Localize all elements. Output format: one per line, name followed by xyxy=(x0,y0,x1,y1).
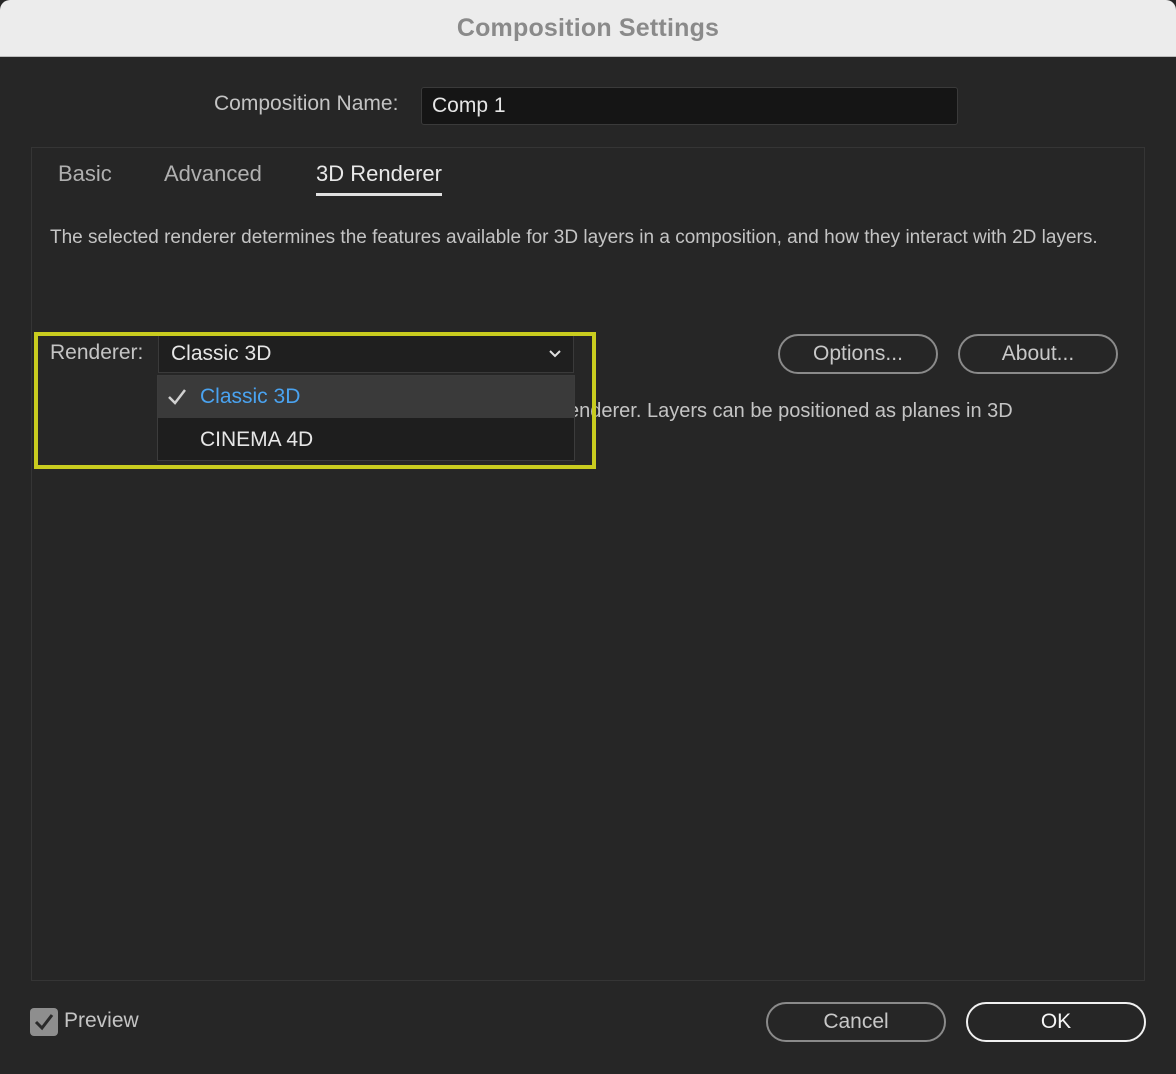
title-bar: Composition Settings xyxy=(0,0,1176,57)
checkmark-icon xyxy=(34,1014,54,1031)
composition-name-input[interactable]: Comp 1 xyxy=(421,87,958,125)
options-button[interactable]: Options... xyxy=(778,334,938,374)
ok-button[interactable]: OK xyxy=(966,1002,1146,1042)
cancel-button[interactable]: Cancel xyxy=(766,1002,946,1042)
preview-label: Preview xyxy=(64,1009,139,1032)
preview-checkbox[interactable] xyxy=(30,1008,58,1036)
tab-3d-renderer[interactable]: 3D Renderer xyxy=(316,161,442,196)
tab-basic[interactable]: Basic xyxy=(58,161,112,193)
about-button[interactable]: About... xyxy=(958,334,1118,374)
settings-panel xyxy=(31,147,1145,981)
highlight-box xyxy=(34,332,596,469)
renderer-description: The selected renderer determines the fea… xyxy=(50,227,1098,248)
renderer-detail-text: enderer. Layers can be positioned as pla… xyxy=(568,400,1013,422)
composition-name-label: Composition Name: xyxy=(214,92,399,115)
tab-advanced[interactable]: Advanced xyxy=(164,161,262,193)
window-title: Composition Settings xyxy=(456,13,720,42)
